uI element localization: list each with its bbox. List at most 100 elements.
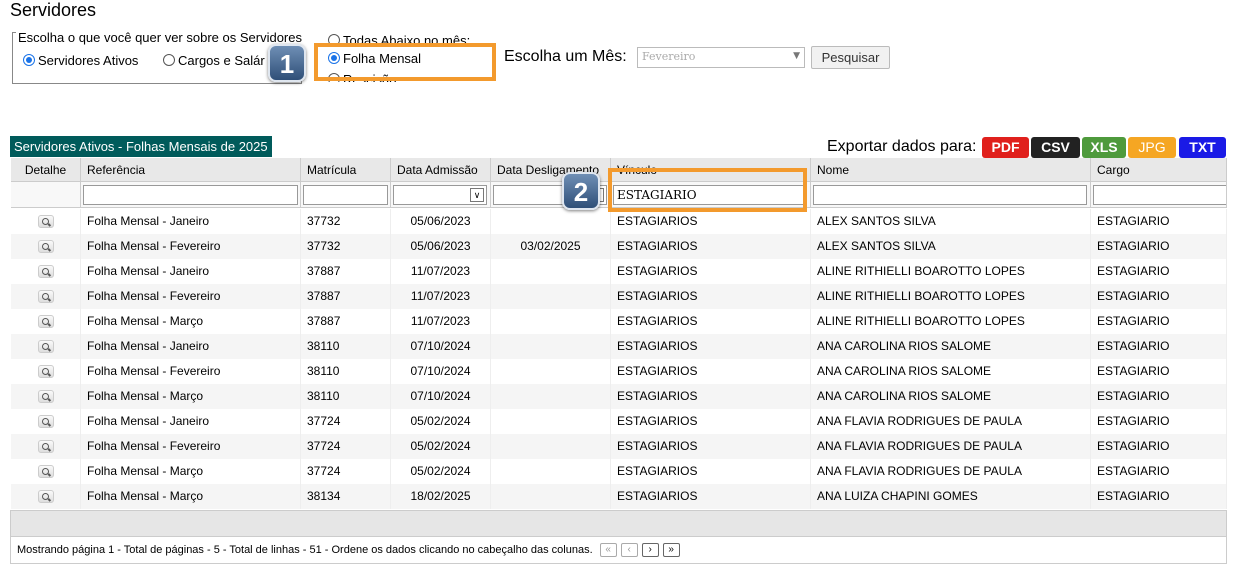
cell-cargo: ESTAGIARIO: [1091, 409, 1227, 434]
column-header-matricula[interactable]: Matrícula: [301, 158, 391, 182]
cell-data-admissao: 05/06/2023: [391, 209, 491, 234]
cell-detalhe: [11, 309, 81, 334]
cell-cargo: ESTAGIARIO: [1091, 309, 1227, 334]
cell-matricula: 38110: [301, 384, 391, 409]
radio-servidores-ativos[interactable]: Servidores Ativos: [23, 53, 138, 68]
cell-referencia: Folha Mensal - Março: [81, 484, 301, 509]
cell-detalhe: [11, 409, 81, 434]
cell-data-admissao: 11/07/2023: [391, 309, 491, 334]
filter-matricula-input[interactable]: [303, 185, 388, 205]
magnifier-icon[interactable]: [37, 465, 54, 479]
column-header-data-admissao[interactable]: Data Admissão: [391, 158, 491, 182]
filter-data-admissao-select[interactable]: ∨: [393, 185, 487, 205]
magnifier-icon[interactable]: [37, 315, 54, 329]
export-xls-button[interactable]: XLS: [1082, 137, 1126, 158]
magnifier-icon[interactable]: [37, 415, 54, 429]
first-page-icon[interactable]: «: [599, 543, 617, 558]
month-label: Escolha um Mês:: [504, 48, 627, 65]
magnifier-icon[interactable]: [37, 440, 54, 454]
cell-data-admissao: 11/07/2023: [391, 259, 491, 284]
table-row: Folha Mensal - Março 37724 05/02/2024 ESTAG…: [11, 459, 1227, 484]
cell-data-admissao: 05/02/2024: [391, 409, 491, 434]
table-row: Folha Mensal - Janeiro 37887 11/07/2023 EST…: [11, 259, 1227, 284]
cell-data-desligamento: [491, 259, 611, 284]
filter-group-label: Escolha o que você quer ver sobre os Ser…: [16, 30, 304, 45]
filter-referencia-input[interactable]: [83, 185, 298, 205]
magnifier-icon[interactable]: [37, 240, 54, 254]
cell-vinculo: ESTAGIARIOS: [611, 284, 811, 309]
search-button[interactable]: Pesquisar: [811, 46, 890, 69]
cell-detalhe: [11, 359, 81, 384]
magnifier-icon[interactable]: [37, 490, 54, 504]
cell-data-desligamento: [491, 484, 611, 509]
column-header-cargo[interactable]: Cargo: [1091, 158, 1227, 182]
cell-detalhe: [11, 384, 81, 409]
cell-nome: ALINE RITHIELLI BOAROTTO LOPES: [811, 284, 1091, 309]
cell-referencia: Folha Mensal - Janeiro: [81, 209, 301, 234]
cell-cargo: ESTAGIARIO: [1091, 384, 1227, 409]
cell-matricula: 37724: [301, 409, 391, 434]
cell-nome: ANA FLAVIA RODRIGUES DE PAULA: [811, 434, 1091, 459]
cell-matricula: 37724: [301, 434, 391, 459]
radio-selected-icon: [23, 54, 35, 66]
column-header-detalhe[interactable]: Detalhe: [11, 158, 81, 182]
magnifier-icon[interactable]: [37, 340, 54, 354]
magnifier-icon[interactable]: [37, 365, 54, 379]
cell-data-admissao: 18/02/2025: [391, 484, 491, 509]
cell-referencia: Folha Mensal - Fevereiro: [81, 284, 301, 309]
magnifier-icon[interactable]: [37, 265, 54, 279]
cell-referencia: Folha Mensal - Fevereiro: [81, 359, 301, 384]
column-header-nome[interactable]: Nome: [811, 158, 1091, 182]
cell-nome: ANA CAROLINA RIOS SALOME: [811, 334, 1091, 359]
month-select[interactable]: Fevereiro ▼: [637, 47, 805, 68]
cell-detalhe: [11, 484, 81, 509]
cell-nome: ANA LUIZA CHAPINI GOMES: [811, 484, 1091, 509]
export-csv-button[interactable]: CSV: [1031, 137, 1080, 158]
pagination-info: Mostrando página 1 - Total de páginas - …: [17, 544, 593, 556]
cell-referencia: Folha Mensal - Fevereiro: [81, 434, 301, 459]
cell-nome: ANA FLAVIA RODRIGUES DE PAULA: [811, 459, 1091, 484]
dropdown-arrow-icon: ∨: [470, 188, 484, 202]
grid-caption: Servidores Ativos - Folhas Mensais de 20…: [10, 136, 272, 157]
cell-data-admissao: 11/07/2023: [391, 284, 491, 309]
magnifier-icon[interactable]: [37, 390, 54, 404]
filter-nome-input[interactable]: [813, 185, 1087, 205]
cell-referencia: Folha Mensal - Março: [81, 384, 301, 409]
cell-detalhe: [11, 459, 81, 484]
cell-nome: ALEX SANTOS SILVA: [811, 209, 1091, 234]
last-page-icon[interactable]: »: [662, 543, 680, 558]
highlight-box-vinculo: [608, 168, 807, 212]
cell-data-desligamento: [491, 309, 611, 334]
cell-referencia: Folha Mensal - Janeiro: [81, 259, 301, 284]
cell-cargo: ESTAGIARIO: [1091, 209, 1227, 234]
radio-todas[interactable]: Todas Abaixo no mês:: [328, 33, 470, 43]
filter-cell-matricula: [301, 182, 391, 208]
cell-vinculo: ESTAGIARIOS: [611, 259, 811, 284]
radio-cargos-salarios[interactable]: Cargos e Salár: [163, 53, 265, 68]
filter-cargo-input[interactable]: [1093, 185, 1226, 205]
export-txt-button[interactable]: TXT: [1179, 137, 1226, 158]
page-title: Servidores: [10, 0, 97, 20]
export-pdf-button[interactable]: PDF: [982, 137, 1029, 158]
export-jpg-button[interactable]: JPG: [1128, 137, 1176, 158]
column-header-referencia[interactable]: Referência: [81, 158, 301, 182]
cell-data-desligamento: [491, 409, 611, 434]
cell-matricula: 37887: [301, 284, 391, 309]
grid-empty-area: [10, 510, 1227, 537]
table-row: Folha Mensal - Fevereiro 37887 11/07/2023 E…: [11, 284, 1227, 309]
dropdown-arrow-icon: ▼: [793, 51, 800, 61]
magnifier-icon[interactable]: [37, 290, 54, 304]
cell-matricula: 37887: [301, 309, 391, 334]
filter-cell-data-admissao: ∨: [391, 182, 491, 208]
cell-cargo: ESTAGIARIO: [1091, 434, 1227, 459]
table-row: Folha Mensal - Março 38110 07/10/2024 ESTAG…: [11, 384, 1227, 409]
cell-vinculo: ESTAGIARIOS: [611, 234, 811, 259]
cell-matricula: 38134: [301, 484, 391, 509]
cell-cargo: ESTAGIARIO: [1091, 334, 1227, 359]
radio-label: Cargos e Salár: [178, 53, 265, 68]
cell-data-desligamento: [491, 359, 611, 384]
cell-vinculo: ESTAGIARIOS: [611, 409, 811, 434]
magnifier-icon[interactable]: [37, 215, 54, 229]
next-page-icon[interactable]: ›: [641, 543, 659, 558]
prev-page-icon[interactable]: ‹: [620, 543, 638, 558]
